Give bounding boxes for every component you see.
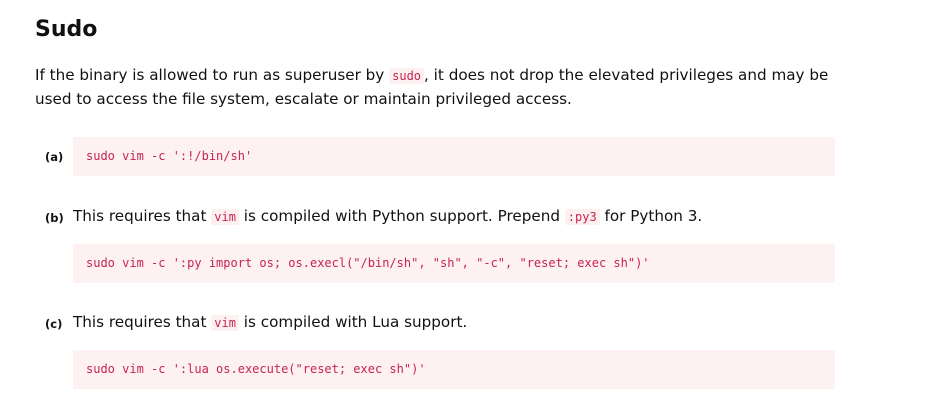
desc-text-after: is compiled with Lua support. bbox=[238, 313, 468, 331]
item-description: This requires that vim is compiled with … bbox=[73, 311, 467, 335]
desc-text-middle: is compiled with Python support. Prepend bbox=[238, 207, 565, 225]
code-block[interactable]: sudo vim -c ':py import os; os.execl("/b… bbox=[73, 244, 835, 283]
intro-text-before: If the binary is allowed to run as super… bbox=[35, 66, 390, 84]
desc-text-before: This requires that bbox=[73, 207, 212, 225]
desc-text-after: for Python 3. bbox=[599, 207, 703, 225]
section-intro: If the binary is allowed to run as super… bbox=[35, 64, 835, 111]
desc-text-before: This requires that bbox=[73, 313, 212, 331]
item-description: This requires that vim is compiled with … bbox=[73, 205, 702, 229]
item-marker: (a) bbox=[45, 150, 64, 164]
code-block[interactable]: sudo vim -c ':lua os.execute("reset; exe… bbox=[73, 350, 835, 389]
desc-inline-code: vim bbox=[211, 209, 239, 225]
code-block[interactable]: sudo vim -c ':!/bin/sh' bbox=[73, 137, 835, 176]
intro-inline-code: sudo bbox=[389, 68, 425, 84]
item-marker: (b) bbox=[45, 211, 64, 225]
desc-inline-code: :py3 bbox=[564, 209, 600, 225]
section-title: Sudo bbox=[35, 17, 98, 42]
desc-inline-code: vim bbox=[211, 315, 239, 331]
item-marker: (c) bbox=[45, 317, 63, 331]
